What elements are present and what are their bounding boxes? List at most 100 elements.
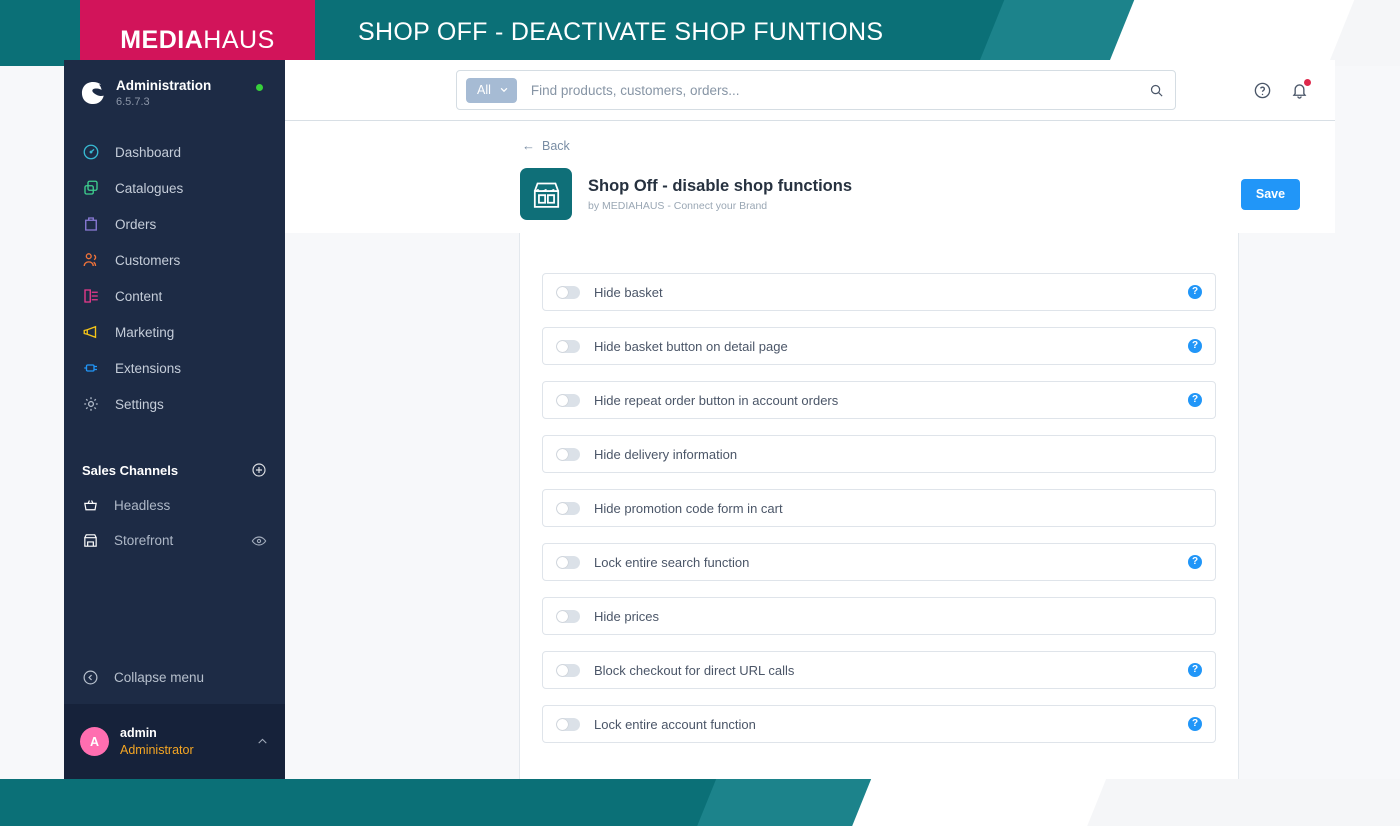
help-badge[interactable]: ? [1188,339,1202,353]
sidebar-item-label: Storefront [114,533,174,549]
chevron-left-circle-icon [83,670,98,685]
toggle-switch[interactable] [556,555,580,569]
sidebar-item-marketing[interactable]: Marketing [64,314,285,350]
setting-label: Hide promotion code form in cart [594,500,783,516]
logo-text-light: HAUS [203,26,275,54]
toggle-knob [557,286,568,298]
gear-icon [84,397,98,411]
content-icon [84,289,98,303]
sidebar-item-content[interactable]: Content [64,278,285,314]
toggle-knob [557,340,568,352]
setting-label: Hide prices [594,608,660,624]
main-content: All Find products, customers, orders... … [285,60,1335,782]
app-header-row: Shop Off - disable shop functions by MED… [520,168,1300,220]
search-input[interactable] [530,82,1137,98]
arrow-left-icon: ← [522,138,535,153]
setting-row-hide-basket: Hide basket ? [542,273,1216,311]
sidebar-item-label: Customers [115,252,181,268]
sales-channels-title: Sales Channels [82,462,179,478]
save-button[interactable]: Save [1241,178,1300,210]
collapse-menu-button[interactable]: Collapse menu [64,657,285,698]
plug-icon [84,364,97,372]
sidebar-item-settings[interactable]: Settings [64,386,285,422]
user-menu[interactable]: A admin Administrator [64,704,285,779]
sidebar-item-label: Headless [114,498,171,514]
add-sales-channel-icon[interactable] [251,462,267,478]
search-scope-label: All [477,83,491,97]
toggle-switch[interactable] [556,339,580,353]
toggle-knob [557,502,568,514]
page-header: ← Back Shop Off - disable shop functions… [285,121,1335,233]
bottom-banner [0,779,1400,826]
sidebar-item-dashboard[interactable]: Dashboard [64,134,285,170]
toggle-switch[interactable] [556,717,580,731]
sidebar-item-storefront[interactable]: Storefront [64,523,285,558]
banner-title: SHOP OFF - DEACTIVATE SHOP FUNTIONS [358,18,884,46]
storefront-icon [84,534,97,547]
sidebar-item-orders[interactable]: Orders [64,206,285,242]
help-badge[interactable]: ? [1188,285,1202,299]
toggle-list: Hide basket ? Hide basket button on deta… [520,233,1238,781]
toggle-switch[interactable] [556,501,580,515]
content-area: Hide basket ? Hide basket button on deta… [285,233,1335,782]
bag-icon [85,217,97,231]
status-indicator-dot [256,84,263,91]
sidebar-item-label: Orders [115,216,157,232]
storefront-icon [533,182,559,208]
eye-icon[interactable] [251,533,267,549]
sidebar-item-customers[interactable]: Customers [64,242,285,278]
toggle-knob [557,718,568,730]
bottom-banner-accent-shape-2 [830,779,1130,826]
collapse-menu-label: Collapse menu [114,670,205,685]
search-scope-dropdown[interactable]: All [466,77,517,103]
sidebar-item-label: Settings [115,396,164,412]
setting-row-block-checkout-direct-url: Block checkout for direct URL calls ? [542,651,1216,689]
sidebar-item-headless[interactable]: Headless [64,488,285,523]
setting-label: Block checkout for direct URL calls [594,662,795,678]
toggle-switch[interactable] [556,609,580,623]
toggle-switch[interactable] [556,285,580,299]
back-button[interactable]: ← Back [522,138,570,153]
toggle-knob [557,394,568,406]
brand-title: Administration [116,78,212,93]
app-icon [520,168,572,220]
sidebar-item-catalogues[interactable]: Catalogues [64,170,285,206]
topbar-actions [1253,78,1311,100]
sidebar: Administration 6.5.7.3 Dashboard Catalog… [64,60,285,779]
sales-channels-section-header: Sales Channels [64,450,285,488]
user-name: admin [120,726,157,741]
content-right-gutter [1239,233,1335,779]
setting-row-hide-promotion-code-form: Hide promotion code form in cart ? [542,489,1216,527]
toggle-knob [557,448,568,460]
toggle-switch[interactable] [556,393,580,407]
setting-row-hide-basket-button-detail: Hide basket button on detail page ? [542,327,1216,365]
chevron-down-icon [500,87,508,93]
back-label: Back [542,138,570,153]
help-badge[interactable]: ? [1188,555,1202,569]
help-badge[interactable]: ? [1188,393,1202,407]
help-badge[interactable]: ? [1188,663,1202,677]
avatar: A [80,727,109,756]
toggle-knob [557,664,568,676]
settings-card: Hide basket ? Hide basket button on deta… [519,233,1239,782]
setting-label: Hide delivery information [594,446,738,462]
search-button[interactable] [1137,83,1175,98]
setting-row-lock-account-function: Lock entire account function ? [542,705,1216,743]
megaphone-icon [83,325,97,339]
setting-label: Lock entire search function [594,554,750,570]
setting-label: Hide repeat order button in account orde… [594,392,839,408]
toggle-switch[interactable] [556,447,580,461]
sidebar-nav-list: Dashboard Catalogues Orders Customers Co… [64,134,285,422]
question-circle-icon[interactable] [1253,81,1272,100]
toggle-switch[interactable] [556,663,580,677]
setting-row-hide-delivery-information: Hide delivery information ? [542,435,1216,473]
sidebar-item-label: Catalogues [115,180,184,196]
notifications-button[interactable] [1290,78,1311,100]
setting-label: Lock entire account function [594,716,756,732]
setting-label: Hide basket button on detail page [594,338,788,354]
sidebar-item-label: Dashboard [115,144,182,160]
sidebar-brand[interactable]: Administration 6.5.7.3 [64,60,285,124]
setting-row-hide-repeat-order: Hide repeat order button in account orde… [542,381,1216,419]
sidebar-item-extensions[interactable]: Extensions [64,350,285,386]
help-badge[interactable]: ? [1188,717,1202,731]
